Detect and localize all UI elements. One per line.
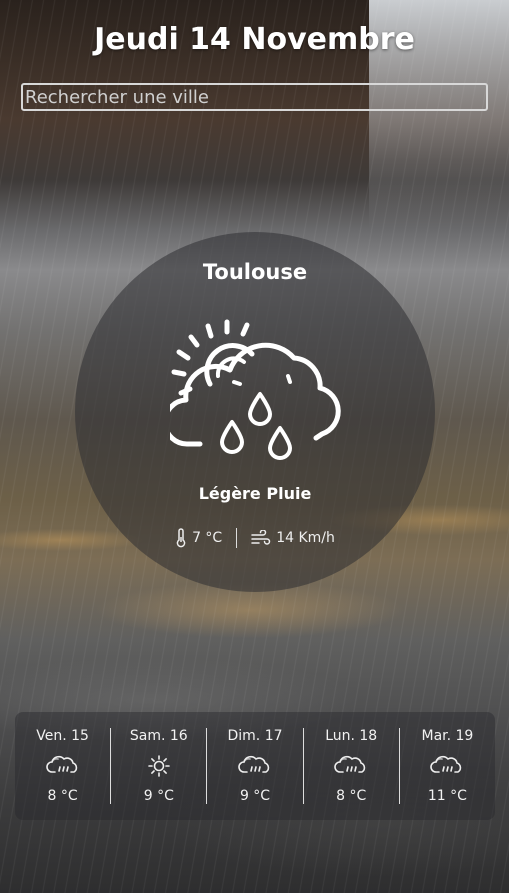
- temperature-value: 7 °C: [192, 530, 223, 546]
- forecast-day-name: Ven. 15: [36, 728, 89, 744]
- cloud-rain-icon: [45, 755, 77, 773]
- wind-value: 14 Km/h: [276, 530, 335, 546]
- forecast-day-temp: 9 °C: [239, 788, 271, 804]
- city-name: Toulouse: [202, 260, 308, 284]
- forecast-day-temp: 8 °C: [47, 788, 78, 804]
- forecast-day-name: Mar. 19: [421, 728, 474, 744]
- weather-condition: Légère Pluie: [198, 484, 312, 503]
- wind-icon: [251, 530, 271, 545]
- current-weather-panel: Toulouse Légère Pluie 7 °C 14 Km/h: [75, 232, 435, 592]
- forecast-day: Ven. 15 8 °C: [15, 728, 112, 804]
- forecast-day-temp: 11 °C: [427, 788, 467, 804]
- forecast-day: Dim. 17 9 °C: [207, 728, 304, 804]
- forecast-panel: Ven. 15 8 °C Sam. 16 9 °C Dim. 17 9 °C L…: [15, 712, 495, 820]
- forecast-day-temp: 8 °C: [336, 788, 367, 804]
- forecast-day: Lun. 18 8 °C: [304, 728, 400, 804]
- thermometer-icon: [176, 528, 186, 548]
- details-divider: [236, 528, 238, 548]
- forecast-day: Sam. 16 9 °C: [111, 728, 208, 804]
- forecast-day-name: Lun. 18: [325, 728, 378, 744]
- current-details: 7 °C 14 Km/h: [75, 528, 435, 548]
- cloud-rain-icon: [430, 755, 462, 773]
- cloud-rain-icon: [238, 755, 270, 773]
- forecast-day-temp: 9 °C: [143, 788, 174, 804]
- temperature-item: 7 °C: [175, 528, 222, 548]
- search-input[interactable]: [21, 83, 488, 111]
- sun-icon: [147, 755, 170, 777]
- cloud-rain-icon: [334, 755, 366, 773]
- forecast-day: Mar. 19 11 °C: [400, 728, 495, 804]
- wind-item: 14 Km/h: [251, 530, 335, 546]
- page-title: Jeudi 14 Novembre: [94, 22, 415, 57]
- forecast-day-name: Dim. 17: [227, 728, 283, 744]
- sun-cloud-rain-icon: [170, 319, 341, 460]
- forecast-day-name: Sam. 16: [129, 728, 188, 744]
